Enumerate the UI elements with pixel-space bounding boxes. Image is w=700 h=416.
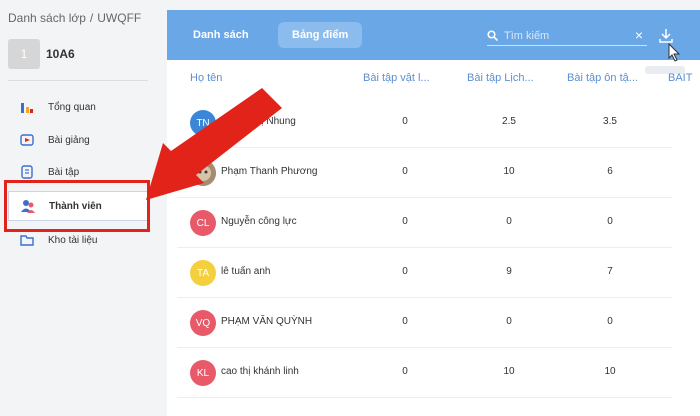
table-row[interactable]: VQ PHẠM VĂN QUỲNH 0 0 0 xyxy=(177,298,672,348)
table-row[interactable]: CL Nguyễn công lực 0 0 0 xyxy=(177,198,672,248)
main-panel: Danh sách Bảng điểm × Họ tên Bài tập vật… xyxy=(167,10,700,416)
avatar: KL xyxy=(190,360,216,386)
student-name: cao thị khánh linh xyxy=(221,366,299,377)
score-cell: 0 xyxy=(402,116,408,127)
table-row[interactable]: Phạm Thanh Phương 0 10 6 xyxy=(177,148,672,198)
search-input[interactable] xyxy=(504,29,624,42)
column-header[interactable]: Họ tên xyxy=(190,72,222,84)
tab-grades[interactable]: Bảng điểm xyxy=(278,22,363,48)
column-header[interactable]: Bài tập Lịch... xyxy=(467,72,534,84)
sidebar-item-label: Bài giảng xyxy=(48,134,90,146)
chart-icon xyxy=(20,100,34,114)
class-number-badge: 1 xyxy=(8,39,40,69)
score-cell: 10 xyxy=(604,366,616,377)
folder-icon xyxy=(20,233,34,247)
sidebar-item-label: Tổng quan xyxy=(48,101,96,113)
student-name: PHẠM VĂN QUỲNH xyxy=(221,316,313,327)
sidebar-item-label: Bài tập xyxy=(48,166,80,178)
table-row[interactable]: KL cao thị khánh linh 0 10 10 xyxy=(177,348,672,398)
score-cell: 0 xyxy=(402,366,408,377)
document-icon xyxy=(20,165,34,179)
breadcrumb-parent-link[interactable]: Danh sách lớp xyxy=(8,11,86,25)
student-name: Nguyễn công lực xyxy=(221,216,297,227)
score-cell: 9 xyxy=(506,266,512,277)
column-header[interactable]: Bài tập vật l... xyxy=(363,72,430,84)
student-name: lê tuấn anh xyxy=(221,266,271,277)
avatar: TN xyxy=(190,110,216,136)
highlight-box xyxy=(4,180,150,232)
column-header[interactable]: Bài tập ôn tậ... xyxy=(567,72,638,84)
breadcrumb-separator: / xyxy=(89,11,94,25)
score-cell: 0 xyxy=(607,316,613,327)
score-cell: 6 xyxy=(607,166,613,177)
score-cell: 0 xyxy=(506,216,512,227)
sidebar-item-label: Kho tài liệu xyxy=(48,234,98,246)
table-header: Họ tên Bài tập vật l... Bài tập Lịch... … xyxy=(167,60,700,100)
score-cell: 0 xyxy=(402,166,408,177)
score-cell: 0 xyxy=(402,316,408,327)
download-icon[interactable] xyxy=(657,27,675,45)
avatar-photo xyxy=(190,160,216,186)
student-name: Phạm Thanh Phương xyxy=(221,166,318,177)
breadcrumb-class-code: UWQFF xyxy=(97,11,142,25)
topbar: Danh sách Bảng điểm × xyxy=(167,10,700,60)
score-cell: 0 xyxy=(607,216,613,227)
avatar: CL xyxy=(190,210,216,236)
score-cell: 3.5 xyxy=(603,116,617,127)
tab-list[interactable]: Danh sách xyxy=(179,22,263,48)
score-cell: 2.5 xyxy=(502,116,516,127)
score-cell: 0 xyxy=(506,316,512,327)
score-cell: 10 xyxy=(503,166,515,177)
student-name: Phạm Thị Nhung xyxy=(221,116,296,127)
table-row[interactable]: TN Phạm Thị Nhung 0 2.5 3.5 xyxy=(177,98,672,148)
clear-icon[interactable]: × xyxy=(635,27,643,43)
column-header[interactable]: BAIT xyxy=(668,72,692,84)
avatar: TA xyxy=(190,260,216,286)
avatar: VQ xyxy=(190,310,216,336)
score-cell: 7 xyxy=(607,266,613,277)
sidebar-item-overview[interactable]: Tổng quan xyxy=(8,92,148,122)
sidebar-divider xyxy=(8,80,148,81)
video-icon xyxy=(20,133,34,147)
score-cell: 0 xyxy=(402,216,408,227)
table-row[interactable]: TA lê tuấn anh 0 9 7 xyxy=(177,248,672,298)
score-cell: 0 xyxy=(402,266,408,277)
search-bar: × xyxy=(487,26,647,46)
class-name: 10A6 xyxy=(46,47,75,61)
score-cell: 10 xyxy=(503,366,515,377)
breadcrumb: Danh sách lớp / UWQFF xyxy=(8,11,141,25)
search-icon xyxy=(487,30,498,41)
sidebar-item-lectures[interactable]: Bài giảng xyxy=(8,125,148,155)
